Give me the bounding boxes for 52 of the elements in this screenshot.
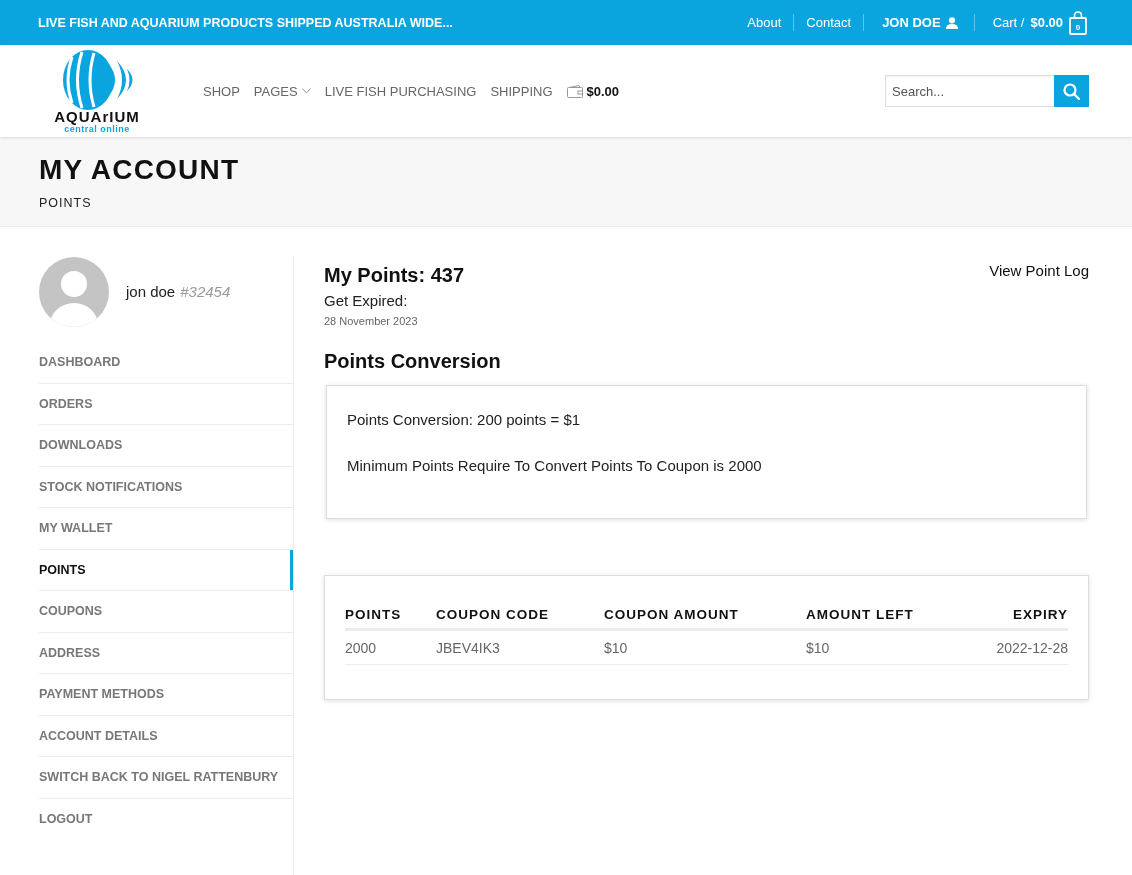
sidebar-item[interactable]: LOGOUT <box>39 798 293 840</box>
column-header: POINTS <box>345 606 403 622</box>
nav-dropdown[interactable]: PAGES <box>253 83 311 99</box>
cart-link[interactable]: Cart / $0.00 0 <box>974 10 1087 35</box>
sidebar-item[interactable]: SWITCH BACK TO NIGEL RATTENBURY <box>39 757 293 799</box>
announcement-text: LIVE FISH AND AQUARIUM PRODUCTS SHIPPED AUSTRALIA WIDE... <box>38 15 454 30</box>
user-icon <box>945 16 958 29</box>
page-title: MY ACCOUNT <box>39 154 241 186</box>
sidebar-item[interactable]: ORDERS <box>39 383 293 425</box>
user-name: jon doe <box>126 283 176 300</box>
table-cell-text: JBEV4IK3 <box>436 639 501 656</box>
sidebar-item[interactable]: ACCOUNT DETAILS <box>39 715 293 757</box>
top-link[interactable]: Contact <box>794 15 864 30</box>
sidebar-item[interactable]: DOWNLOADS <box>39 425 293 467</box>
nav-link[interactable]: SHIPPING <box>490 83 553 99</box>
sidebar-item[interactable]: DASHBOARD <box>39 342 293 384</box>
conversion-text: Minimum Points Require To Convert Points To Coupon is 2000 <box>347 457 762 474</box>
sidebar-item[interactable]: PAYMENT METHODS <box>39 674 293 716</box>
sidebar-item[interactable]: STOCK NOTIFICATIONS <box>39 466 293 508</box>
table-cell-text: $10 <box>604 639 629 656</box>
column-header: EXPIRY <box>1012 606 1068 622</box>
search-icon <box>1063 82 1080 100</box>
top-link[interactable]: About <box>735 15 794 30</box>
view-log-link[interactable]: View Point Log <box>989 262 1089 279</box>
expiry-label: Get Expired: <box>324 292 408 309</box>
logo-title[interactable]: AQUArIUM <box>54 108 140 124</box>
points-heading: My Points: 437 <box>324 263 465 287</box>
cart-count: 0 <box>1074 22 1082 32</box>
nav-link[interactable]: LIVE FISH PURCHASING <box>324 83 477 99</box>
expiry-date: 28 November 2023 <box>324 315 418 327</box>
table-cell-text: $10 <box>806 639 831 656</box>
nav-link[interactable]: SHOP <box>203 83 240 99</box>
table-cell-text: 2000 <box>345 639 378 656</box>
column-header: COUPON CODE <box>436 606 550 622</box>
column-header: COUPON AMOUNT <box>604 606 740 622</box>
sidebar-item[interactable]: POINTS <box>39 549 293 591</box>
breadcrumb: POINTS <box>39 196 92 210</box>
account-link[interactable]: JON DOE <box>864 15 974 30</box>
chevron-down-icon <box>301 88 311 94</box>
sidebar-item[interactable]: MY WALLET <box>39 508 293 550</box>
sidebar-item[interactable]: COUPONS <box>39 591 293 633</box>
search-field[interactable]: Search... <box>885 75 1054 107</box>
column-header: AMOUNT LEFT <box>806 606 915 622</box>
user-id: #32454 <box>180 283 231 300</box>
shopping-bag-icon <box>1069 10 1087 35</box>
conversion-heading: Points Conversion <box>324 349 502 373</box>
wallet-icon[interactable] <box>566 84 583 98</box>
search-button[interactable] <box>1054 75 1089 107</box>
table-cell: 2022-12-28 <box>996 639 1068 656</box>
conversion-text: Points Conversion: 200 points = $1 <box>347 411 581 428</box>
sidebar-item[interactable]: ADDRESS <box>39 632 293 674</box>
nav-cart-total[interactable]: $0.00 <box>586 83 620 99</box>
